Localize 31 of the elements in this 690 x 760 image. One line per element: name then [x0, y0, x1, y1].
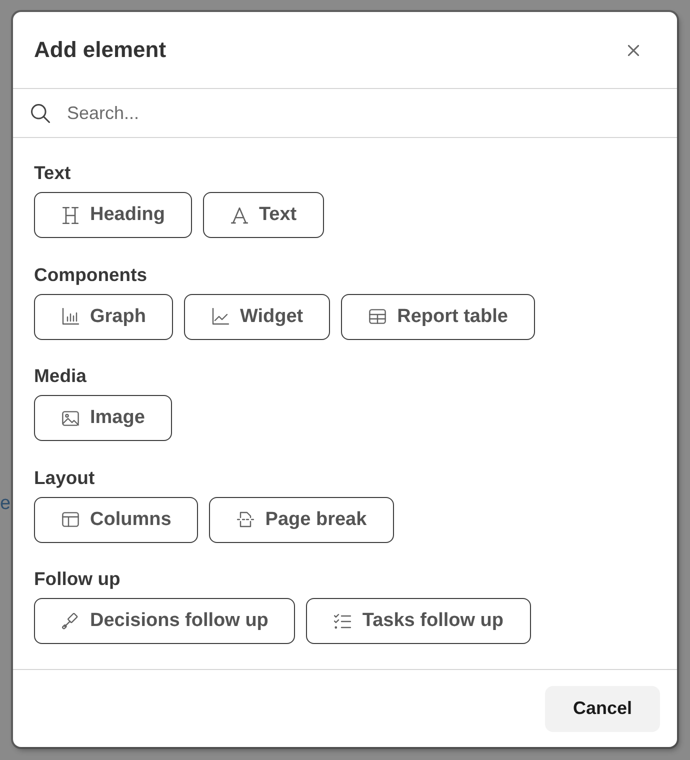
line-chart-icon [212, 308, 229, 326]
search-icon [31, 104, 50, 122]
add-element-button[interactable]: Text [202, 192, 324, 238]
section-heading: Media [34, 366, 86, 386]
columns-icon [62, 511, 79, 528]
add-element-button[interactable]: Widget [184, 294, 330, 340]
search-field[interactable]: Search... [67, 89, 677, 137]
add-element-button[interactable]: Columns [34, 496, 198, 543]
cancel-button[interactable]: Cancel [544, 686, 660, 732]
section-heading: Layout [34, 468, 95, 488]
add-element-button[interactable]: Tasks follow up [306, 598, 531, 644]
add-element-button[interactable]: Image [34, 395, 172, 442]
page-break-icon [237, 511, 254, 528]
checklist-icon [334, 612, 352, 630]
close-icon[interactable] [628, 44, 639, 56]
image-icon [62, 410, 79, 427]
gavel-icon [62, 612, 79, 630]
section-heading: Text [34, 163, 71, 183]
add-element-button[interactable]: Report table [341, 294, 535, 340]
dialog-title: Add element [34, 37, 166, 63]
add-element-button[interactable]: Graph [34, 294, 173, 340]
section-heading: Components [34, 264, 148, 285]
add-element-button[interactable]: Decisions follow up [34, 598, 296, 644]
letter-a-icon [230, 206, 248, 224]
letter-h-icon [62, 206, 79, 224]
bar-chart-icon [62, 308, 79, 326]
section-heading: Follow up [34, 569, 120, 590]
backdrop-text: e [0, 493, 11, 515]
add-element-button[interactable]: Heading [34, 192, 192, 238]
add-element-button[interactable]: Page break [209, 496, 394, 543]
table-icon [369, 308, 386, 326]
